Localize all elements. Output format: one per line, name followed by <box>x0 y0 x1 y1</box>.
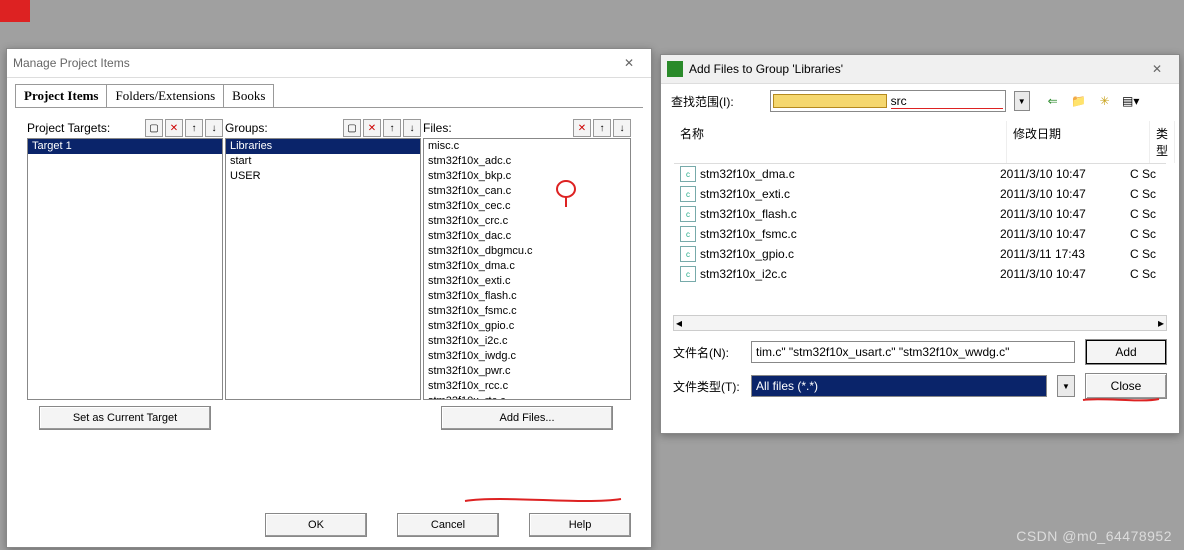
down-icon[interactable]: ↓ <box>613 119 631 137</box>
uvision-icon <box>667 61 683 77</box>
list-item[interactable]: stm32f10x_dma.c <box>424 259 630 274</box>
delete-icon[interactable]: ✕ <box>165 119 183 137</box>
titlebar: Manage Project Items ✕ <box>7 49 651 78</box>
new-icon[interactable]: ▢ <box>145 119 163 137</box>
folder-icon <box>773 94 887 108</box>
tabs: Project Items Folders/Extensions Books <box>15 84 643 107</box>
delete-icon[interactable]: ✕ <box>573 119 591 137</box>
files-label: Files: <box>423 121 573 135</box>
set-current-target-button[interactable]: Set as Current Target <box>39 406 211 430</box>
add-files-dialog: Add Files to Group 'Libraries' ✕ 查找范围(I)… <box>660 54 1180 434</box>
manage-project-items-dialog: Manage Project Items ✕ Project Items Fol… <box>6 48 652 548</box>
col-type[interactable]: 类型 <box>1150 121 1175 163</box>
groups-label: Groups: <box>225 121 343 135</box>
tab-folders-extensions[interactable]: Folders/Extensions <box>106 84 224 107</box>
filetype-label: 文件类型(T): <box>673 378 741 395</box>
table-row[interactable]: cstm32f10x_dma.c2011/3/10 10:47C Sc <box>674 164 1166 184</box>
list-item[interactable]: stm32f10x_dbgmcu.c <box>424 244 630 259</box>
c-file-icon: c <box>680 166 696 182</box>
table-row[interactable]: cstm32f10x_exti.c2011/3/10 10:47C Sc <box>674 184 1166 204</box>
c-file-icon: c <box>680 266 696 282</box>
targets-list[interactable]: Target 1 <box>27 138 223 400</box>
tab-project-items[interactable]: Project Items <box>15 84 107 107</box>
list-item[interactable]: Target 1 <box>28 139 222 154</box>
help-button[interactable]: Help <box>529 513 631 537</box>
lookin-value: src <box>891 94 1003 109</box>
new-folder-icon[interactable]: ✳ <box>1096 92 1114 110</box>
col-name[interactable]: 名称 <box>674 121 1007 163</box>
c-file-icon: c <box>680 186 696 202</box>
list-item[interactable]: start <box>226 154 420 169</box>
up-icon[interactable]: ↑ <box>185 119 203 137</box>
close-icon[interactable]: ✕ <box>1141 58 1173 80</box>
ok-button[interactable]: OK <box>265 513 367 537</box>
list-item[interactable]: stm32f10x_iwdg.c <box>424 349 630 364</box>
add-files-button[interactable]: Add Files... <box>441 406 613 430</box>
list-item[interactable]: USER <box>226 169 420 184</box>
parent-close-strip[interactable] <box>0 0 30 22</box>
list-item[interactable]: stm32f10x_crc.c <box>424 214 630 229</box>
table-row[interactable]: cstm32f10x_fsmc.c2011/3/10 10:47C Sc <box>674 224 1166 244</box>
list-item[interactable]: stm32f10x_cec.c <box>424 199 630 214</box>
cancel-button[interactable]: Cancel <box>397 513 499 537</box>
list-item[interactable]: stm32f10x_exti.c <box>424 274 630 289</box>
list-item[interactable]: stm32f10x_can.c <box>424 184 630 199</box>
chevron-down-icon[interactable]: ▼ <box>1057 375 1075 397</box>
up-folder-icon[interactable]: 📁 <box>1070 92 1088 110</box>
c-file-icon: c <box>680 226 696 242</box>
down-icon[interactable]: ↓ <box>205 119 223 137</box>
list-item[interactable]: stm32f10x_flash.c <box>424 289 630 304</box>
dialog-title: Add Files to Group 'Libraries' <box>689 62 1141 76</box>
chevron-down-icon[interactable]: ▼ <box>1014 91 1030 111</box>
horizontal-scrollbar[interactable]: ◂▸ <box>673 315 1167 331</box>
filetype-combo[interactable]: All files (*.*) <box>751 375 1047 397</box>
view-menu-icon[interactable]: ▤▾ <box>1122 92 1140 110</box>
table-row[interactable]: cstm32f10x_flash.c2011/3/10 10:47C Sc <box>674 204 1166 224</box>
lookin-label: 查找范围(I): <box>671 93 734 110</box>
close-icon[interactable]: ✕ <box>613 52 645 74</box>
table-row[interactable]: cstm32f10x_gpio.c2011/3/11 17:43C Sc <box>674 244 1166 264</box>
tab-books[interactable]: Books <box>223 84 274 107</box>
list-item[interactable]: stm32f10x_dac.c <box>424 229 630 244</box>
add-button[interactable]: Add <box>1085 339 1167 365</box>
list-item[interactable]: stm32f10x_rtc.c <box>424 394 630 400</box>
lookin-combo[interactable]: src <box>770 90 1006 112</box>
c-file-icon: c <box>680 206 696 222</box>
delete-icon[interactable]: ✕ <box>363 119 381 137</box>
close-button[interactable]: Close <box>1085 373 1167 399</box>
list-item[interactable]: stm32f10x_bkp.c <box>424 169 630 184</box>
list-item[interactable]: stm32f10x_fsmc.c <box>424 304 630 319</box>
c-file-icon: c <box>680 246 696 262</box>
file-grid: 名称 修改日期 类型 cstm32f10x_dma.c2011/3/10 10:… <box>673 120 1167 315</box>
titlebar: Add Files to Group 'Libraries' ✕ <box>661 55 1179 84</box>
list-item[interactable]: Libraries <box>226 139 420 154</box>
targets-label: Project Targets: <box>27 121 145 135</box>
dialog-title: Manage Project Items <box>13 56 613 70</box>
up-icon[interactable]: ↑ <box>593 119 611 137</box>
list-item[interactable]: stm32f10x_i2c.c <box>424 334 630 349</box>
watermark: CSDN @m0_64478952 <box>1016 528 1172 544</box>
down-icon[interactable]: ↓ <box>403 119 421 137</box>
list-item[interactable]: stm32f10x_rcc.c <box>424 379 630 394</box>
list-item[interactable]: stm32f10x_adc.c <box>424 154 630 169</box>
col-date[interactable]: 修改日期 <box>1007 121 1150 163</box>
new-icon[interactable]: ▢ <box>343 119 361 137</box>
list-item[interactable]: stm32f10x_pwr.c <box>424 364 630 379</box>
list-item[interactable]: stm32f10x_gpio.c <box>424 319 630 334</box>
back-icon[interactable]: ⇐ <box>1044 92 1062 110</box>
table-row[interactable]: cstm32f10x_i2c.c2011/3/10 10:47C Sc <box>674 264 1166 284</box>
file-rows[interactable]: cstm32f10x_dma.c2011/3/10 10:47C Sccstm3… <box>674 164 1166 314</box>
files-list[interactable]: misc.cstm32f10x_adc.cstm32f10x_bkp.cstm3… <box>423 138 631 400</box>
groups-list[interactable]: LibrariesstartUSER <box>225 138 421 400</box>
list-item[interactable]: misc.c <box>424 139 630 154</box>
filename-label: 文件名(N): <box>673 344 741 361</box>
up-icon[interactable]: ↑ <box>383 119 401 137</box>
filename-input[interactable]: tim.c" "stm32f10x_usart.c" "stm32f10x_ww… <box>751 341 1075 363</box>
